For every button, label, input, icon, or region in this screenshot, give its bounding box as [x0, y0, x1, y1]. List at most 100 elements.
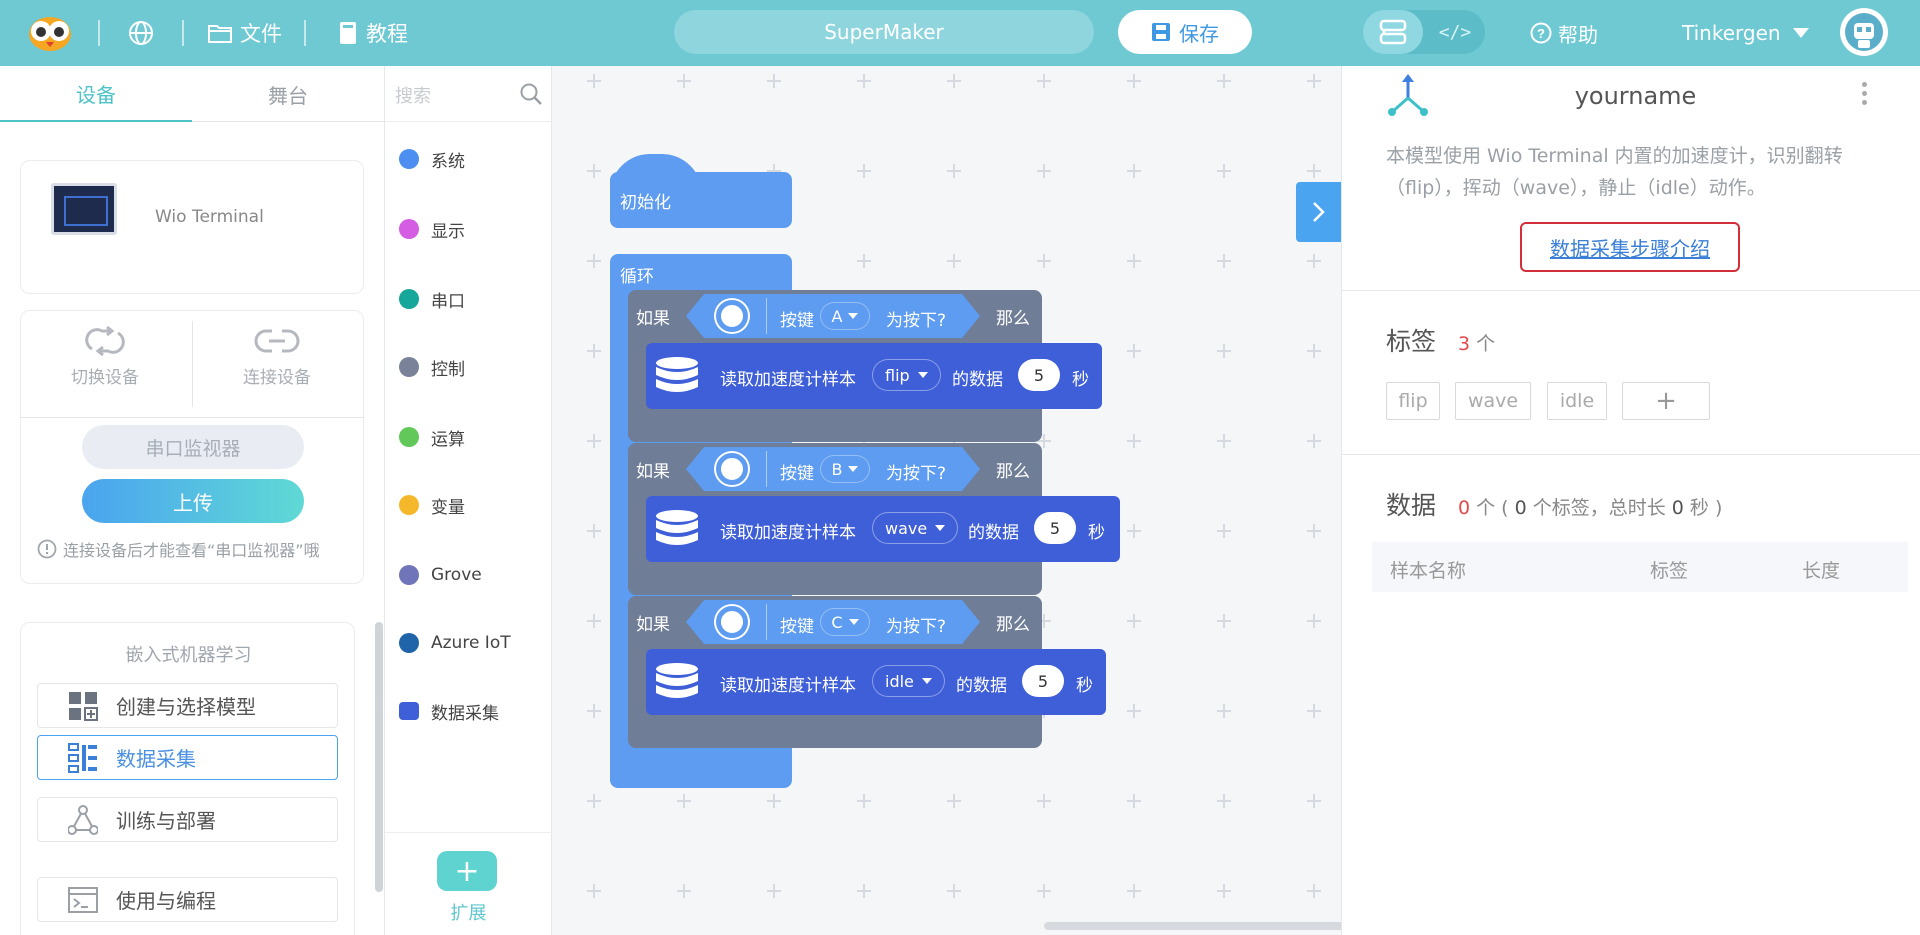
embedded-ml-card: 嵌入式机器学习 创建与选择模型 数据采集 训练与部署 使用与编程 — [20, 622, 355, 935]
add-tag-button[interactable]: + — [1622, 382, 1710, 420]
category-label: 数据采集 — [431, 703, 499, 724]
tag-flip[interactable]: flip — [1386, 382, 1440, 420]
block-search[interactable]: 搜索 — [385, 66, 552, 122]
sample-dropdown[interactable]: flip — [872, 359, 941, 391]
tab-stage[interactable]: 舞台 — [192, 66, 384, 122]
ml-item-label: 使用与编程 — [116, 889, 216, 913]
sample-dropdown[interactable]: wave — [872, 512, 959, 544]
code-mode-button[interactable]: </> — [1425, 10, 1485, 54]
chevron-down-icon — [1792, 28, 1809, 38]
device-card[interactable]: Wio Terminal — [20, 160, 364, 294]
save-label: 保存 — [1179, 21, 1219, 46]
switch-icon — [85, 325, 125, 357]
category-item[interactable]: 显示 — [399, 214, 465, 244]
read-accelerometer-block[interactable]: 读取加速度计样本 idle 的数据 5 秒 — [646, 649, 1106, 715]
key-dropdown[interactable]: B — [820, 455, 870, 483]
left-tabs: 设备 舞台 — [0, 66, 385, 122]
tag-wave[interactable]: wave — [1455, 382, 1531, 420]
top-bar: 文件 教程 SuperMaker 保存 </> ? 帮助 Tinkergen — [0, 0, 1920, 66]
tag-idle[interactable]: idle — [1547, 382, 1607, 420]
avatar[interactable] — [1840, 8, 1888, 56]
connect-device-button[interactable]: 连接设备 — [193, 325, 361, 401]
search-input[interactable]: 搜索 — [395, 82, 431, 108]
ml-item-create-model[interactable]: 创建与选择模型 — [37, 683, 338, 728]
seconds-input[interactable]: 5 — [1018, 359, 1060, 391]
button-pressed-condition[interactable]: 按键 B 为按下? — [686, 447, 980, 491]
ml-item-use-program[interactable]: 使用与编程 — [37, 877, 338, 922]
key-dropdown[interactable]: A — [820, 302, 870, 330]
column-sample-name[interactable]: 样本名称 — [1390, 556, 1466, 583]
category-label: Azure IoT — [431, 633, 511, 653]
key-label: 按键 — [780, 617, 814, 637]
caret-down-icon — [848, 619, 859, 625]
database-icon — [399, 702, 419, 720]
key-dropdown[interactable]: C — [820, 608, 870, 636]
sample-dropdown[interactable]: idle — [872, 665, 945, 697]
read-accelerometer-block[interactable]: 读取加速度计样本 wave 的数据 5 秒 — [646, 496, 1120, 562]
ml-item-label: 训练与部署 — [116, 809, 216, 833]
expand-panel-button[interactable] — [1296, 182, 1341, 242]
button-icon — [716, 300, 748, 332]
ml-item-data-collection[interactable]: 数据采集 — [37, 735, 338, 780]
category-item[interactable]: 运算 — [399, 422, 465, 452]
topbar-separator — [304, 20, 306, 46]
divider — [766, 451, 767, 487]
category-item[interactable]: Grove — [399, 560, 482, 590]
workspace-horizontal-scrollbar[interactable] — [1044, 922, 1341, 930]
category-item[interactable]: 串口 — [399, 284, 465, 314]
ml-item-label: 创建与选择模型 — [116, 695, 256, 719]
extension-label[interactable]: 扩展 — [385, 899, 552, 925]
upload-button[interactable]: 上传 — [82, 479, 304, 523]
read-accelerometer-block[interactable]: 读取加速度计样本 flip 的数据 5 秒 — [646, 343, 1102, 409]
save-button[interactable]: 保存 — [1118, 10, 1252, 54]
column-tag[interactable]: 标签 — [1650, 556, 1688, 583]
topbar-separator — [182, 20, 184, 46]
category-item[interactable]: 变量 — [399, 490, 465, 520]
category-color-dot — [399, 219, 419, 239]
switch-device-label: 切换设备 — [71, 368, 139, 388]
seconds-input[interactable]: 5 — [1022, 665, 1064, 697]
data-collection-intro-link[interactable]: 数据采集步骤介绍 — [1520, 222, 1740, 272]
user-menu[interactable]: Tinkergen — [1682, 0, 1809, 66]
category-item[interactable]: 系统 — [399, 144, 465, 174]
project-name-field[interactable]: SuperMaker — [674, 10, 1094, 54]
pressed-label: 为按下? — [886, 464, 947, 484]
file-menu[interactable]: 文件 — [208, 0, 282, 66]
column-length[interactable]: 长度 — [1802, 556, 1840, 583]
language-button[interactable] — [128, 0, 154, 66]
divider — [1342, 454, 1920, 455]
category-item[interactable]: 控制 — [399, 352, 465, 382]
key-label: 按键 — [780, 311, 814, 331]
add-extension-button[interactable]: + — [437, 851, 497, 891]
button-pressed-condition[interactable]: 按键 A 为按下? — [686, 294, 980, 338]
category-label: 运算 — [431, 429, 465, 450]
tutorial-menu[interactable]: 教程 — [338, 0, 408, 66]
loop-header: 循环 — [610, 254, 792, 290]
left-panel-scrollbar[interactable] — [375, 622, 383, 892]
category-item[interactable]: 数据采集 — [399, 696, 499, 726]
init-label: 初始化 — [620, 193, 671, 213]
data-list-icon — [68, 742, 97, 773]
left-panel: 设备 舞台 Wio Terminal 切换设备 连接设备 串口监视器 上传 连接… — [0, 66, 385, 935]
ml-item-train-deploy[interactable]: 训练与部署 — [37, 797, 338, 842]
blocks-mode-button[interactable] — [1363, 10, 1423, 54]
button-pressed-condition[interactable]: 按键 C 为按下? — [686, 600, 980, 644]
serial-monitor-button[interactable]: 串口监视器 — [82, 425, 304, 469]
search-icon[interactable] — [519, 82, 543, 106]
more-options-icon[interactable] — [1862, 82, 1867, 105]
help-button[interactable]: ? 帮助 — [1530, 0, 1598, 66]
init-block[interactable]: 初始化 — [610, 172, 792, 228]
tab-device[interactable]: 设备 — [0, 66, 192, 122]
of-data-label: 的数据 — [968, 523, 1019, 543]
connect-device-label: 连接设备 — [243, 368, 311, 388]
editor-mode-toggle[interactable]: </> — [1363, 10, 1485, 54]
pressed-label: 为按下? — [886, 311, 947, 331]
device-name: Wio Terminal — [155, 207, 264, 227]
category-item[interactable]: Azure IoT — [399, 628, 511, 658]
category-label: 变量 — [431, 497, 465, 518]
caret-down-icon — [917, 372, 928, 378]
owl-logo-icon[interactable] — [28, 12, 72, 52]
key-label: 按键 — [780, 464, 814, 484]
seconds-input[interactable]: 5 — [1034, 512, 1076, 544]
switch-device-button[interactable]: 切换设备 — [21, 325, 189, 401]
